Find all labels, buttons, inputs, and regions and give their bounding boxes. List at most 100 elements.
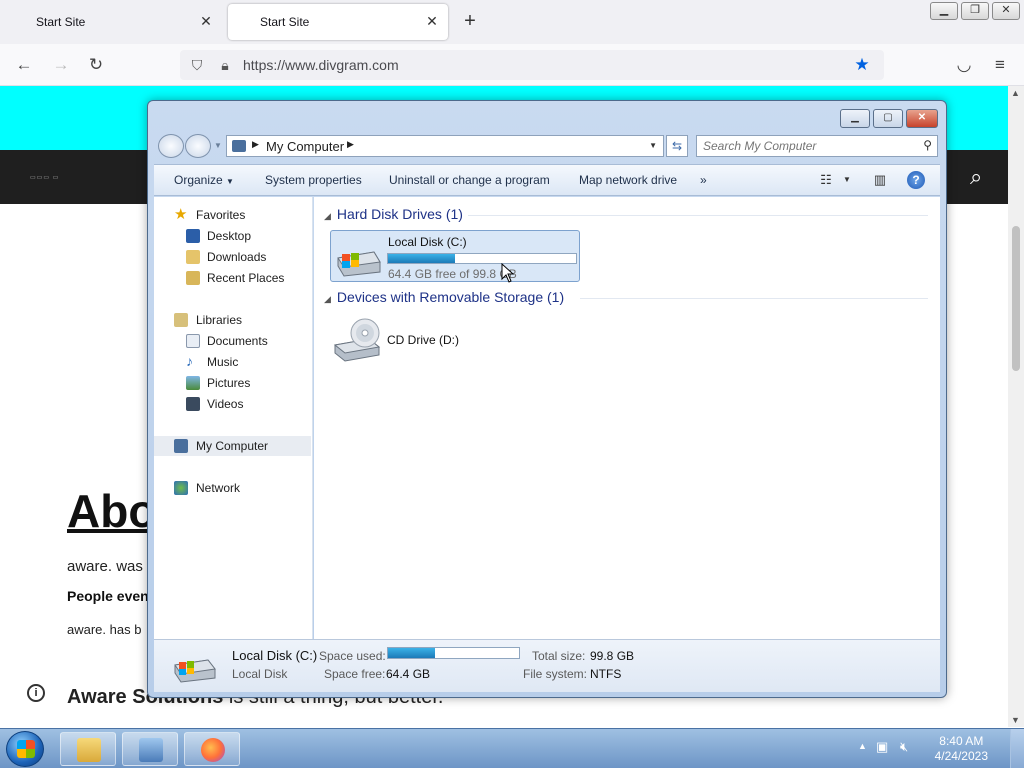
bookmark-star-icon[interactable]: ★	[853, 56, 871, 74]
tab-title: Start Site	[36, 15, 86, 29]
chevron-down-icon[interactable]: ▼	[649, 141, 657, 150]
details-usage-fill	[388, 648, 435, 658]
close-tab-icon[interactable]: ✕	[198, 13, 214, 29]
site-logo[interactable]: ▭▭▭ ▭	[30, 174, 59, 181]
plus-icon[interactable]: +	[458, 10, 482, 34]
shield-icon[interactable]: ⛉	[188, 56, 206, 74]
system-properties-button[interactable]: System properties	[265, 173, 362, 187]
computer-icon	[174, 439, 188, 453]
more-commands-button[interactable]: »	[700, 173, 707, 187]
back-button[interactable]	[158, 134, 184, 158]
page-heading: Abo	[67, 485, 157, 537]
url-text[interactable]: https://www.divgram.com	[243, 57, 399, 73]
sidebar-item-network[interactable]: Network	[154, 478, 311, 498]
view-options-icon[interactable]: ☷	[816, 171, 836, 189]
taskbar-firefox-button[interactable]	[184, 732, 240, 766]
restore-button[interactable]: ❐	[961, 2, 989, 20]
scroll-thumb[interactable]	[1012, 226, 1020, 371]
collapse-icon[interactable]: ◢	[324, 211, 331, 221]
scroll-up-icon[interactable]: ▲	[1011, 88, 1020, 98]
network-status-icon[interactable]: ▣	[876, 739, 888, 755]
sidebar-item-music[interactable]: ♪ Music	[154, 352, 311, 372]
group-hard-disk-drives[interactable]: ◢ Hard Disk Drives (1)	[324, 206, 463, 222]
firefox-icon	[201, 738, 225, 762]
collapse-icon[interactable]: ◢	[324, 294, 331, 304]
sidebar-item-videos[interactable]: Videos	[154, 394, 311, 414]
reload-icon[interactable]: ↻	[85, 54, 107, 76]
breadcrumb-my-computer[interactable]: My Computer	[266, 139, 344, 154]
help-icon[interactable]: ?	[907, 171, 925, 189]
start-button[interactable]	[6, 731, 44, 767]
close-tab-icon[interactable]: ✕	[424, 13, 440, 29]
sidebar-item-pictures[interactable]: Pictures	[154, 373, 311, 393]
breadcrumb-arrow-icon[interactable]: ▶	[347, 139, 354, 150]
computer-icon	[232, 140, 246, 152]
back-arrow-icon[interactable]: ←	[13, 54, 35, 76]
group-removable-storage[interactable]: ◢ Devices with Removable Storage (1)	[324, 289, 564, 305]
folder-icon	[77, 738, 101, 762]
minimize-button[interactable]: ▁	[840, 109, 870, 128]
url-bar[interactable]: ⛉ 🔒︎ https://www.divgram.com ★	[180, 50, 884, 80]
sidebar-item-documents[interactable]: Documents	[154, 331, 311, 351]
drive-c-free-space: 64.4 GB free of 99.8 GB	[388, 267, 517, 281]
refresh-button[interactable]: ⇆	[666, 135, 688, 157]
system-tray: ▲ ▣ 🔇︎ 8:40 AM 4/24/2023	[854, 729, 1024, 768]
breadcrumb-arrow-icon[interactable]: ▶	[252, 139, 259, 150]
volume-muted-icon[interactable]: 🔇︎	[900, 739, 908, 755]
show-hidden-icons-icon[interactable]: ▲	[858, 741, 867, 751]
tab-bar: Start Site ✕ Start Site ✕ + ▁ ❐ ✕	[0, 0, 1024, 44]
window-controls: ▁ ❐ ✕	[930, 2, 1020, 20]
menu-icon[interactable]: ≡	[989, 54, 1011, 76]
recent-pages-icon[interactable]: ▼	[214, 141, 222, 150]
sidebar-item-downloads[interactable]: Downloads	[154, 247, 311, 267]
info-icon[interactable]: i	[27, 684, 45, 702]
address-bar[interactable]: ▶ My Computer ▶ ▼	[226, 135, 664, 157]
close-window-button[interactable]: ✕	[992, 2, 1020, 20]
drive-d-tile[interactable]: CD Drive (D:)	[330, 313, 510, 365]
pocket-icon[interactable]: ◡	[953, 54, 975, 76]
sidebar-item-recent-places[interactable]: Recent Places	[154, 268, 311, 288]
desktop-icon	[186, 229, 200, 243]
nav-toolbar: ← → ↻ ⛉ 🔒︎ https://www.divgram.com ★ ◡ ≡	[0, 44, 1024, 86]
drive-d-name: CD Drive (D:)	[387, 333, 459, 347]
paragraph-1: aware. was	[67, 558, 143, 575]
search-box[interactable]: ⚲	[696, 135, 938, 157]
drive-c-usage-fill	[388, 254, 455, 263]
page-scrollbar[interactable]: ▲ ▼	[1008, 86, 1024, 727]
taskbar-explorer-button[interactable]	[60, 732, 116, 766]
search-icon[interactable]: ⚲	[923, 138, 932, 152]
tab-start-site-1[interactable]: Start Site ✕	[4, 4, 222, 40]
preview-pane-icon[interactable]: ▥	[870, 171, 890, 189]
forward-arrow-icon[interactable]: →	[50, 54, 72, 76]
show-desktop-button[interactable]	[1010, 729, 1024, 768]
drive-c-name: Local Disk (C:)	[388, 235, 467, 249]
star-icon: ★	[174, 206, 188, 223]
close-button[interactable]: ✕	[906, 109, 938, 128]
minimize-button[interactable]: ▁	[930, 2, 958, 20]
chevron-down-icon[interactable]: ▼	[837, 171, 857, 189]
sidebar-item-libraries[interactable]: Libraries	[154, 310, 311, 330]
search-input[interactable]	[703, 138, 903, 154]
windows-logo-icon	[17, 740, 35, 758]
maximize-button[interactable]: ▢	[873, 109, 903, 128]
file-system-value: NTFS	[590, 667, 622, 681]
forward-button[interactable]	[185, 134, 211, 158]
taskbar: ▲ ▣ 🔇︎ 8:40 AM 4/24/2023	[0, 728, 1024, 768]
scroll-down-icon[interactable]: ▼	[1011, 715, 1020, 725]
search-icon[interactable]: ⌕	[970, 164, 982, 190]
space-free-label: Space free:	[324, 667, 386, 681]
tab-start-site-2[interactable]: Start Site ✕	[228, 4, 448, 40]
libraries-icon	[174, 313, 188, 327]
uninstall-program-button[interactable]: Uninstall or change a program	[389, 173, 550, 187]
clock[interactable]: 8:40 AM 4/24/2023	[935, 734, 988, 764]
chevron-down-icon: ▼	[226, 177, 234, 186]
sidebar-item-my-computer[interactable]: My Computer	[154, 436, 311, 456]
tab-title: Start Site	[260, 15, 310, 29]
lock-icon[interactable]: 🔒︎	[216, 56, 234, 74]
sidebar-item-favorites[interactable]: ★ Favorites	[154, 205, 311, 225]
drive-c-tile[interactable]: Local Disk (C:) 64.4 GB free of 99.8 GB	[330, 230, 580, 282]
map-network-drive-button[interactable]: Map network drive	[579, 173, 677, 187]
sidebar-item-desktop[interactable]: Desktop	[154, 226, 311, 246]
taskbar-my-computer-button[interactable]	[122, 732, 178, 766]
organize-menu[interactable]: Organize ▼	[174, 173, 234, 187]
